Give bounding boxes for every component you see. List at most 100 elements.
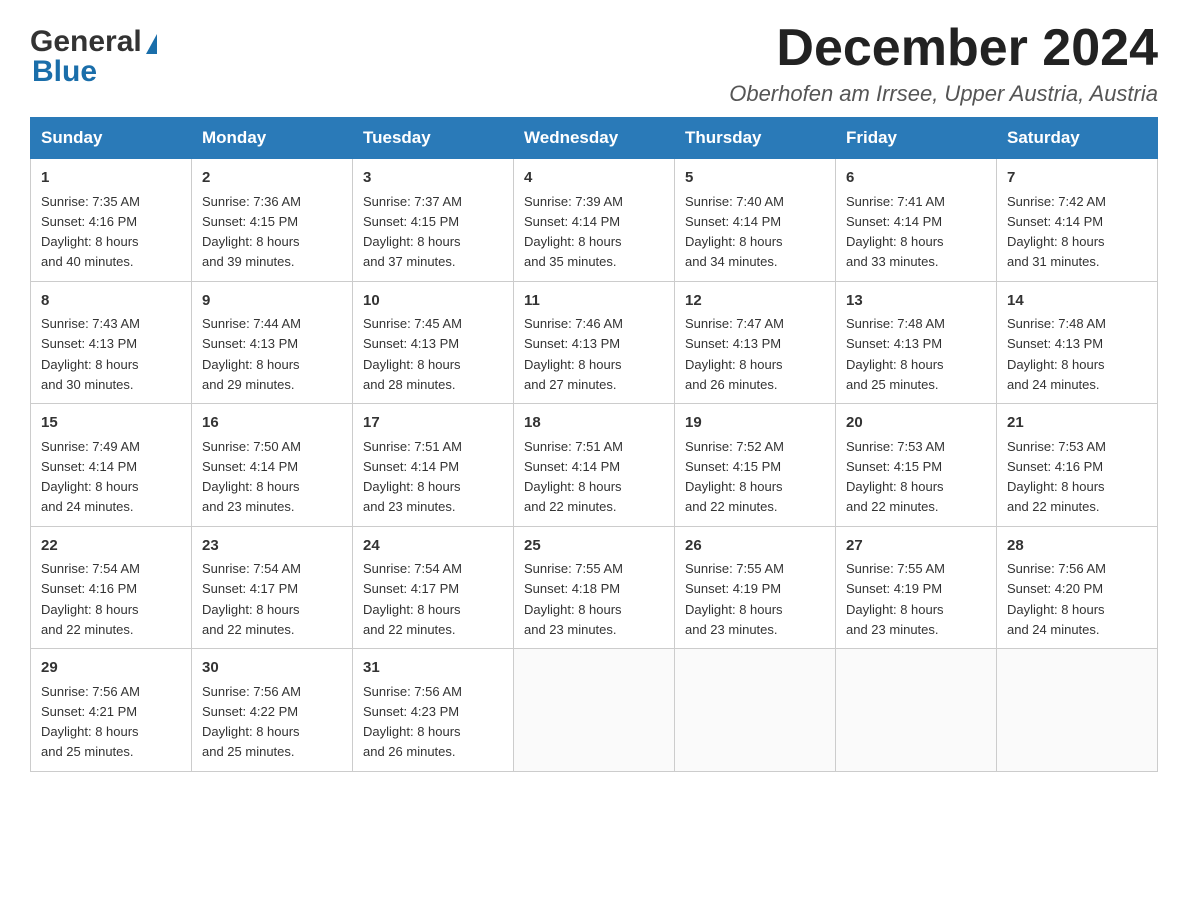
calendar-cell: 9 Sunrise: 7:44 AMSunset: 4:13 PMDayligh… bbox=[192, 281, 353, 404]
calendar-cell: 16 Sunrise: 7:50 AMSunset: 4:14 PMDaylig… bbox=[192, 404, 353, 527]
day-number: 4 bbox=[524, 167, 664, 190]
calendar-cell: 30 Sunrise: 7:56 AMSunset: 4:22 PMDaylig… bbox=[192, 649, 353, 772]
day-info: Sunrise: 7:42 AMSunset: 4:14 PMDaylight:… bbox=[1007, 194, 1106, 270]
calendar-cell: 31 Sunrise: 7:56 AMSunset: 4:23 PMDaylig… bbox=[353, 649, 514, 772]
calendar-cell: 1 Sunrise: 7:35 AMSunset: 4:16 PMDayligh… bbox=[31, 159, 192, 282]
day-number: 2 bbox=[202, 167, 342, 190]
weekday-header-friday: Friday bbox=[836, 118, 997, 159]
day-info: Sunrise: 7:56 AMSunset: 4:23 PMDaylight:… bbox=[363, 684, 462, 760]
calendar-cell: 11 Sunrise: 7:46 AMSunset: 4:13 PMDaylig… bbox=[514, 281, 675, 404]
calendar-cell: 14 Sunrise: 7:48 AMSunset: 4:13 PMDaylig… bbox=[997, 281, 1158, 404]
calendar-cell: 24 Sunrise: 7:54 AMSunset: 4:17 PMDaylig… bbox=[353, 526, 514, 649]
day-number: 28 bbox=[1007, 535, 1147, 558]
week-row-5: 29 Sunrise: 7:56 AMSunset: 4:21 PMDaylig… bbox=[31, 649, 1158, 772]
day-number: 24 bbox=[363, 535, 503, 558]
day-number: 27 bbox=[846, 535, 986, 558]
day-number: 14 bbox=[1007, 290, 1147, 313]
weekday-header-wednesday: Wednesday bbox=[514, 118, 675, 159]
day-info: Sunrise: 7:55 AMSunset: 4:18 PMDaylight:… bbox=[524, 561, 623, 637]
day-info: Sunrise: 7:54 AMSunset: 4:16 PMDaylight:… bbox=[41, 561, 140, 637]
day-info: Sunrise: 7:39 AMSunset: 4:14 PMDaylight:… bbox=[524, 194, 623, 270]
header: General Blue December 2024 Oberhofen am … bbox=[30, 20, 1158, 107]
day-number: 13 bbox=[846, 290, 986, 313]
day-info: Sunrise: 7:49 AMSunset: 4:14 PMDaylight:… bbox=[41, 439, 140, 515]
logo-general-text: General bbox=[30, 25, 142, 59]
calendar-cell: 17 Sunrise: 7:51 AMSunset: 4:14 PMDaylig… bbox=[353, 404, 514, 527]
day-number: 12 bbox=[685, 290, 825, 313]
day-info: Sunrise: 7:51 AMSunset: 4:14 PMDaylight:… bbox=[363, 439, 462, 515]
day-number: 29 bbox=[41, 657, 181, 680]
calendar-cell: 23 Sunrise: 7:54 AMSunset: 4:17 PMDaylig… bbox=[192, 526, 353, 649]
day-info: Sunrise: 7:47 AMSunset: 4:13 PMDaylight:… bbox=[685, 316, 784, 392]
calendar-cell: 20 Sunrise: 7:53 AMSunset: 4:15 PMDaylig… bbox=[836, 404, 997, 527]
location-subtitle: Oberhofen am Irrsee, Upper Austria, Aust… bbox=[729, 81, 1158, 107]
weekday-header-thursday: Thursday bbox=[675, 118, 836, 159]
day-number: 11 bbox=[524, 290, 664, 313]
month-year-title: December 2024 bbox=[729, 20, 1158, 77]
calendar-cell: 7 Sunrise: 7:42 AMSunset: 4:14 PMDayligh… bbox=[997, 159, 1158, 282]
calendar-cell: 6 Sunrise: 7:41 AMSunset: 4:14 PMDayligh… bbox=[836, 159, 997, 282]
day-info: Sunrise: 7:48 AMSunset: 4:13 PMDaylight:… bbox=[1007, 316, 1106, 392]
calendar-cell: 5 Sunrise: 7:40 AMSunset: 4:14 PMDayligh… bbox=[675, 159, 836, 282]
day-info: Sunrise: 7:41 AMSunset: 4:14 PMDaylight:… bbox=[846, 194, 945, 270]
day-info: Sunrise: 7:56 AMSunset: 4:22 PMDaylight:… bbox=[202, 684, 301, 760]
day-info: Sunrise: 7:37 AMSunset: 4:15 PMDaylight:… bbox=[363, 194, 462, 270]
day-info: Sunrise: 7:48 AMSunset: 4:13 PMDaylight:… bbox=[846, 316, 945, 392]
weekday-header-row: SundayMondayTuesdayWednesdayThursdayFrid… bbox=[31, 118, 1158, 159]
day-number: 5 bbox=[685, 167, 825, 190]
day-info: Sunrise: 7:55 AMSunset: 4:19 PMDaylight:… bbox=[685, 561, 784, 637]
day-number: 30 bbox=[202, 657, 342, 680]
day-info: Sunrise: 7:53 AMSunset: 4:16 PMDaylight:… bbox=[1007, 439, 1106, 515]
calendar-cell: 4 Sunrise: 7:39 AMSunset: 4:14 PMDayligh… bbox=[514, 159, 675, 282]
title-area: December 2024 Oberhofen am Irrsee, Upper… bbox=[729, 20, 1158, 107]
calendar-cell: 29 Sunrise: 7:56 AMSunset: 4:21 PMDaylig… bbox=[31, 649, 192, 772]
day-number: 7 bbox=[1007, 167, 1147, 190]
calendar-table: SundayMondayTuesdayWednesdayThursdayFrid… bbox=[30, 117, 1158, 772]
day-number: 8 bbox=[41, 290, 181, 313]
calendar-cell: 25 Sunrise: 7:55 AMSunset: 4:18 PMDaylig… bbox=[514, 526, 675, 649]
calendar-cell: 27 Sunrise: 7:55 AMSunset: 4:19 PMDaylig… bbox=[836, 526, 997, 649]
calendar-cell: 28 Sunrise: 7:56 AMSunset: 4:20 PMDaylig… bbox=[997, 526, 1158, 649]
calendar-cell: 10 Sunrise: 7:45 AMSunset: 4:13 PMDaylig… bbox=[353, 281, 514, 404]
day-info: Sunrise: 7:51 AMSunset: 4:14 PMDaylight:… bbox=[524, 439, 623, 515]
calendar-cell: 13 Sunrise: 7:48 AMSunset: 4:13 PMDaylig… bbox=[836, 281, 997, 404]
day-info: Sunrise: 7:52 AMSunset: 4:15 PMDaylight:… bbox=[685, 439, 784, 515]
day-number: 21 bbox=[1007, 412, 1147, 435]
calendar-cell: 26 Sunrise: 7:55 AMSunset: 4:19 PMDaylig… bbox=[675, 526, 836, 649]
day-number: 10 bbox=[363, 290, 503, 313]
weekday-header-sunday: Sunday bbox=[31, 118, 192, 159]
logo-triangle-icon bbox=[146, 34, 157, 54]
calendar-cell: 22 Sunrise: 7:54 AMSunset: 4:16 PMDaylig… bbox=[31, 526, 192, 649]
week-row-2: 8 Sunrise: 7:43 AMSunset: 4:13 PMDayligh… bbox=[31, 281, 1158, 404]
day-number: 26 bbox=[685, 535, 825, 558]
day-number: 25 bbox=[524, 535, 664, 558]
day-number: 31 bbox=[363, 657, 503, 680]
weekday-header-saturday: Saturday bbox=[997, 118, 1158, 159]
calendar-cell bbox=[514, 649, 675, 772]
calendar-cell: 8 Sunrise: 7:43 AMSunset: 4:13 PMDayligh… bbox=[31, 281, 192, 404]
day-number: 3 bbox=[363, 167, 503, 190]
day-number: 15 bbox=[41, 412, 181, 435]
day-info: Sunrise: 7:36 AMSunset: 4:15 PMDaylight:… bbox=[202, 194, 301, 270]
logo-blue-text: Blue bbox=[30, 55, 97, 89]
day-info: Sunrise: 7:45 AMSunset: 4:13 PMDaylight:… bbox=[363, 316, 462, 392]
day-number: 20 bbox=[846, 412, 986, 435]
day-info: Sunrise: 7:56 AMSunset: 4:20 PMDaylight:… bbox=[1007, 561, 1106, 637]
calendar-cell bbox=[836, 649, 997, 772]
weekday-header-monday: Monday bbox=[192, 118, 353, 159]
day-number: 16 bbox=[202, 412, 342, 435]
calendar-cell: 18 Sunrise: 7:51 AMSunset: 4:14 PMDaylig… bbox=[514, 404, 675, 527]
calendar-cell: 19 Sunrise: 7:52 AMSunset: 4:15 PMDaylig… bbox=[675, 404, 836, 527]
day-info: Sunrise: 7:54 AMSunset: 4:17 PMDaylight:… bbox=[363, 561, 462, 637]
day-number: 1 bbox=[41, 167, 181, 190]
calendar-cell: 2 Sunrise: 7:36 AMSunset: 4:15 PMDayligh… bbox=[192, 159, 353, 282]
week-row-1: 1 Sunrise: 7:35 AMSunset: 4:16 PMDayligh… bbox=[31, 159, 1158, 282]
day-info: Sunrise: 7:43 AMSunset: 4:13 PMDaylight:… bbox=[41, 316, 140, 392]
day-info: Sunrise: 7:56 AMSunset: 4:21 PMDaylight:… bbox=[41, 684, 140, 760]
day-info: Sunrise: 7:53 AMSunset: 4:15 PMDaylight:… bbox=[846, 439, 945, 515]
day-number: 22 bbox=[41, 535, 181, 558]
day-number: 23 bbox=[202, 535, 342, 558]
calendar-cell: 3 Sunrise: 7:37 AMSunset: 4:15 PMDayligh… bbox=[353, 159, 514, 282]
day-number: 18 bbox=[524, 412, 664, 435]
day-info: Sunrise: 7:35 AMSunset: 4:16 PMDaylight:… bbox=[41, 194, 140, 270]
